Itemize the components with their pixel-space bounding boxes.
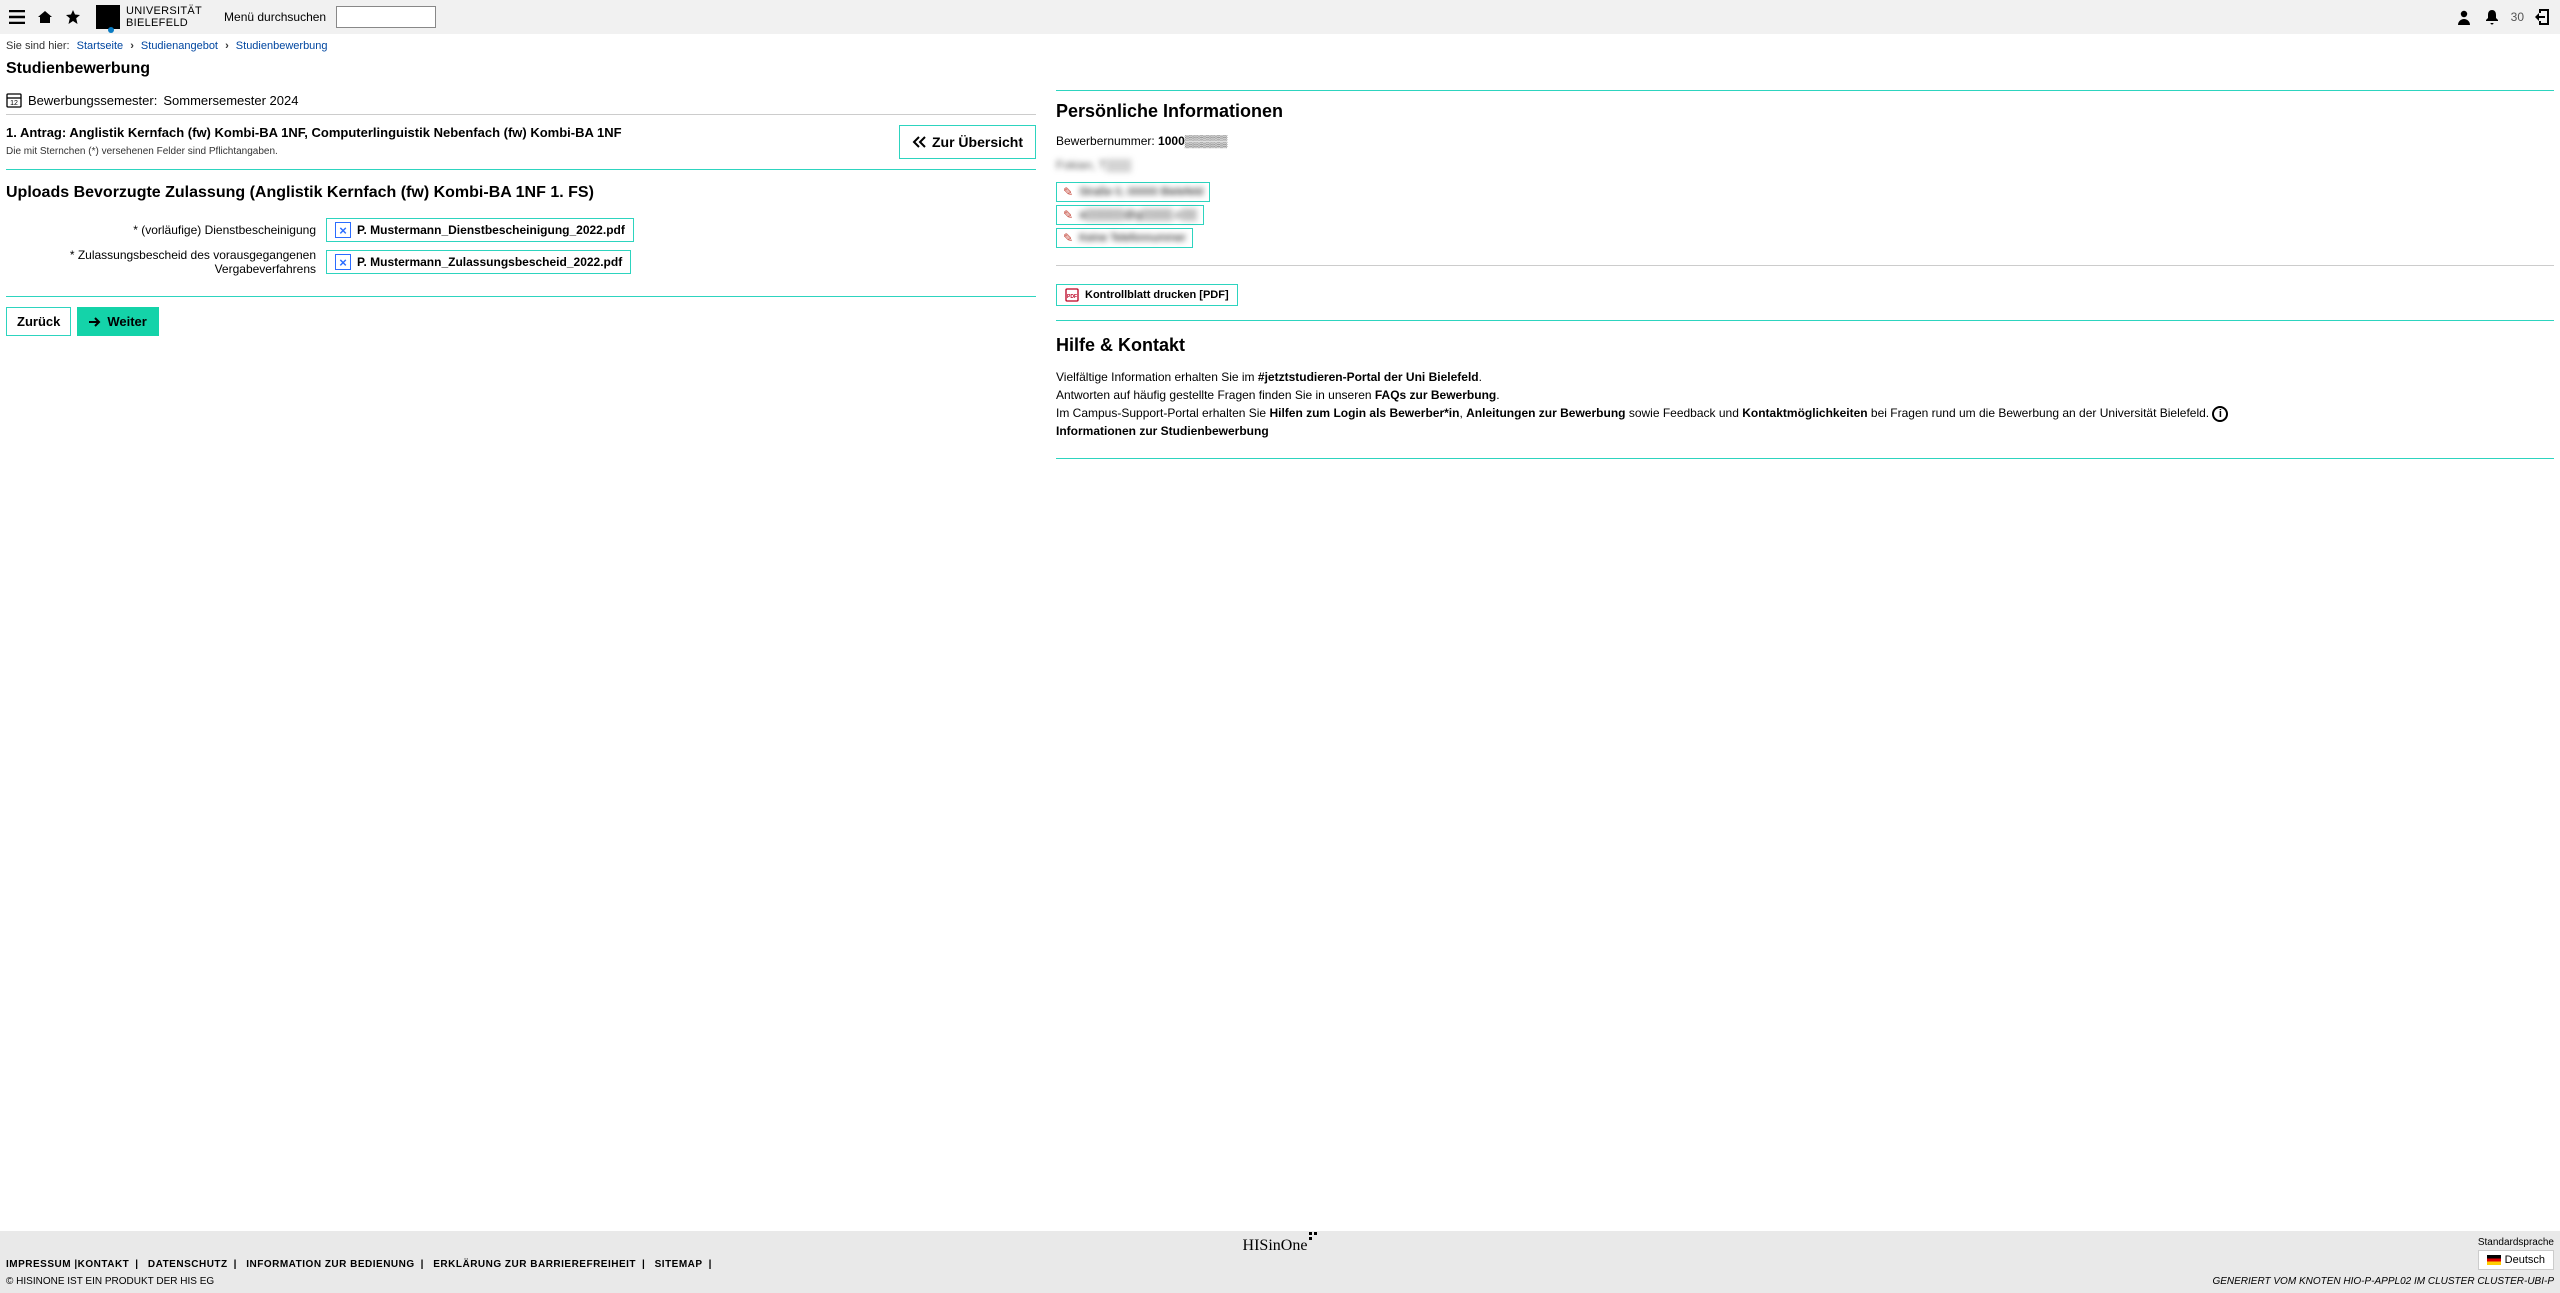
upload-row: * Zulassungsbescheid des vorausgegangene… <box>6 248 1036 276</box>
bell-icon[interactable] <box>2483 8 2501 26</box>
footer-links: IMPRESSUM |KONTAKT| DATENSCHUTZ| INFORMA… <box>0 1259 2560 1274</box>
main-column: 12 Bewerbungssemester: Sommersemester 20… <box>6 86 1036 346</box>
footer-link-0[interactable]: IMPRESSUM |KONTAKT <box>6 1259 129 1270</box>
svg-text:12: 12 <box>10 100 18 107</box>
flag-de-icon <box>2487 1255 2501 1265</box>
star-icon[interactable] <box>64 8 82 26</box>
pencil-icon: ✎ <box>1063 208 1073 222</box>
overview-button[interactable]: Zur Übersicht <box>899 125 1036 159</box>
svg-text:PDF: PDF <box>1067 294 1077 300</box>
footer-link-4[interactable]: SITEMAP <box>655 1259 703 1270</box>
personal-info-heading: Persönliche Informationen <box>1056 101 2554 122</box>
divider <box>1056 265 2554 266</box>
footer-copyright: © HISINONE IST EIN PRODUKT DER HIS EG <box>6 1276 214 1287</box>
arrow-right-icon <box>89 317 101 327</box>
breadcrumb-item-2[interactable]: Studienbewerbung <box>236 40 328 52</box>
upload-label-0: * (vorläufige) Dienstbescheinigung <box>6 223 326 237</box>
footer-link-3[interactable]: ERKLÄRUNG ZUR BARRIEREFREIHEIT <box>433 1259 636 1270</box>
upload-label-1: * Zulassungsbescheid des vorausgegangene… <box>6 248 326 276</box>
upload-chip: × P. Mustermann_Dienstbescheinigung_2022… <box>326 218 634 242</box>
semester-label: Bewerbungssemester: <box>28 93 157 108</box>
calendar-icon: 12 <box>6 92 22 108</box>
topbar-right: 30 <box>2455 8 2552 26</box>
search-label: Menü durchsuchen <box>224 10 326 24</box>
upload-row: * (vorläufige) Dienstbescheinigung × P. … <box>6 218 1036 242</box>
footer: HISinOne Standardsprache Deutsch IMPRESS… <box>0 1231 2560 1293</box>
remove-file-button[interactable]: × <box>335 254 351 270</box>
breadcrumb: Sie sind hier: Startseite › Studienangeb… <box>0 34 2560 58</box>
footer-cluster: GENERIERT VOM KNOTEN HIO-P-APPL02 IM CLU… <box>2212 1276 2554 1287</box>
topbar: UNIVERSITÄT BIELEFELD Menü durchsuchen 3… <box>0 0 2560 34</box>
back-button[interactable]: Zurück <box>6 307 71 336</box>
print-control-sheet-button[interactable]: PDF Kontrollblatt drucken [PDF] <box>1056 284 1238 306</box>
divider <box>1056 90 2554 91</box>
link-jetztstudieren[interactable]: #jetztstudieren-Portal der Uni Bielefeld <box>1258 370 1479 384</box>
breadcrumb-label: Sie sind hier: <box>6 40 70 52</box>
applicant-number: Bewerbernummer: 1000▒▒▒▒▒ <box>1056 134 2554 148</box>
page-title: Studienbewerbung <box>0 58 2560 86</box>
pdf-icon: PDF <box>1065 288 1079 302</box>
home-icon[interactable] <box>36 8 54 26</box>
link-contact[interactable]: Kontaktmöglichkeiten <box>1742 406 1867 420</box>
required-fields-note: Die mit Sternchen (*) versehenen Felder … <box>6 146 899 157</box>
pencil-icon: ✎ <box>1063 185 1073 199</box>
search-input[interactable] <box>336 6 436 28</box>
applicant-name: Fokian, T▒▒▒ <box>1056 158 2554 172</box>
edit-address-button[interactable]: ✎ Straße 0, 00000 Bielefeld <box>1056 182 1210 202</box>
topbar-left: UNIVERSITÄT BIELEFELD Menü durchsuchen <box>8 5 436 29</box>
dots-icon <box>1309 1232 1317 1244</box>
content-layout: 12 Bewerbungssemester: Sommersemester 20… <box>0 86 2560 473</box>
double-chevron-left-icon <box>912 136 926 148</box>
logout-icon[interactable] <box>2534 8 2552 26</box>
info-icon[interactable]: i <box>2212 406 2228 422</box>
edit-email-button[interactable]: ✎ a▒▒▒▒▒@g▒▒▒▒.c▒▒ <box>1056 205 1204 225</box>
application-header-left: 1. Antrag: Anglistik Kernfach (fw) Kombi… <box>6 125 899 157</box>
pencil-icon: ✎ <box>1063 231 1073 245</box>
application-title: 1. Antrag: Anglistik Kernfach (fw) Kombi… <box>6 125 899 140</box>
application-header-row: 1. Antrag: Anglistik Kernfach (fw) Kombi… <box>6 121 1036 170</box>
footer-bottom: © HISINONE IST EIN PRODUKT DER HIS EG GE… <box>0 1274 2560 1293</box>
breadcrumb-item-0[interactable]: Startseite <box>77 40 123 52</box>
logo-text: UNIVERSITÄT BIELEFELD <box>126 5 202 29</box>
notification-count: 30 <box>2511 10 2524 24</box>
remove-file-button[interactable]: × <box>335 222 351 238</box>
sidebar: Persönliche Informationen Bewerbernummer… <box>1056 86 2554 473</box>
semester-value: Sommersemester 2024 <box>163 93 298 108</box>
language-label: Standardsprache <box>2478 1237 2554 1248</box>
help-contact-heading: Hilfe & Kontakt <box>1056 335 2554 356</box>
semester-row: 12 Bewerbungssemester: Sommersemester 20… <box>6 86 1036 115</box>
breadcrumb-item-1[interactable]: Studienangebot <box>141 40 218 52</box>
language-value: Deutsch <box>2505 1254 2545 1266</box>
logo[interactable]: UNIVERSITÄT BIELEFELD <box>96 5 202 29</box>
next-button-label: Weiter <box>107 314 147 329</box>
footer-link-2[interactable]: INFORMATION ZUR BEDIENUNG <box>246 1259 414 1270</box>
language-selector[interactable]: Deutsch <box>2478 1250 2554 1270</box>
footer-logo: HISinOne <box>0 1231 2560 1259</box>
link-login-help[interactable]: Hilfen zum Login als Bewerber*in <box>1269 406 1459 420</box>
help-text: Vielfältige Information erhalten Sie im … <box>1056 368 2554 440</box>
uploads-area: * (vorläufige) Dienstbescheinigung × P. … <box>6 218 1036 297</box>
edit-phone-button[interactable]: ✎ Keine Telefonnummer <box>1056 228 1193 248</box>
link-app-info[interactable]: Informationen zur Studienbewerbung <box>1056 424 1269 438</box>
file-link-1[interactable]: P. Mustermann_Zulassungsbescheid_2022.pd… <box>357 255 622 269</box>
chevron-right-icon: › <box>130 40 134 52</box>
menu-icon[interactable] <box>8 8 26 26</box>
next-button[interactable]: Weiter <box>77 307 159 336</box>
user-icon[interactable] <box>2455 8 2473 26</box>
overview-button-label: Zur Übersicht <box>932 134 1023 150</box>
section-heading: Uploads Bevorzugte Zulassung (Anglistik … <box>6 170 1036 212</box>
nav-buttons: Zurück Weiter <box>6 297 1036 346</box>
print-control-sheet-label: Kontrollblatt drucken [PDF] <box>1085 289 1229 301</box>
logo-mark-icon <box>96 5 120 29</box>
divider <box>1056 458 2554 459</box>
divider <box>1056 320 2554 321</box>
footer-link-1[interactable]: DATENSCHUTZ <box>148 1259 228 1270</box>
footer-language: Standardsprache Deutsch <box>2478 1237 2554 1270</box>
file-link-0[interactable]: P. Mustermann_Dienstbescheinigung_2022.p… <box>357 223 625 237</box>
chevron-right-icon: › <box>225 40 229 52</box>
upload-chip: × P. Mustermann_Zulassungsbescheid_2022.… <box>326 250 631 274</box>
link-instructions[interactable]: Anleitungen zur Bewerbung <box>1466 406 1625 420</box>
link-faq[interactable]: FAQs zur Bewerbung <box>1375 388 1496 402</box>
